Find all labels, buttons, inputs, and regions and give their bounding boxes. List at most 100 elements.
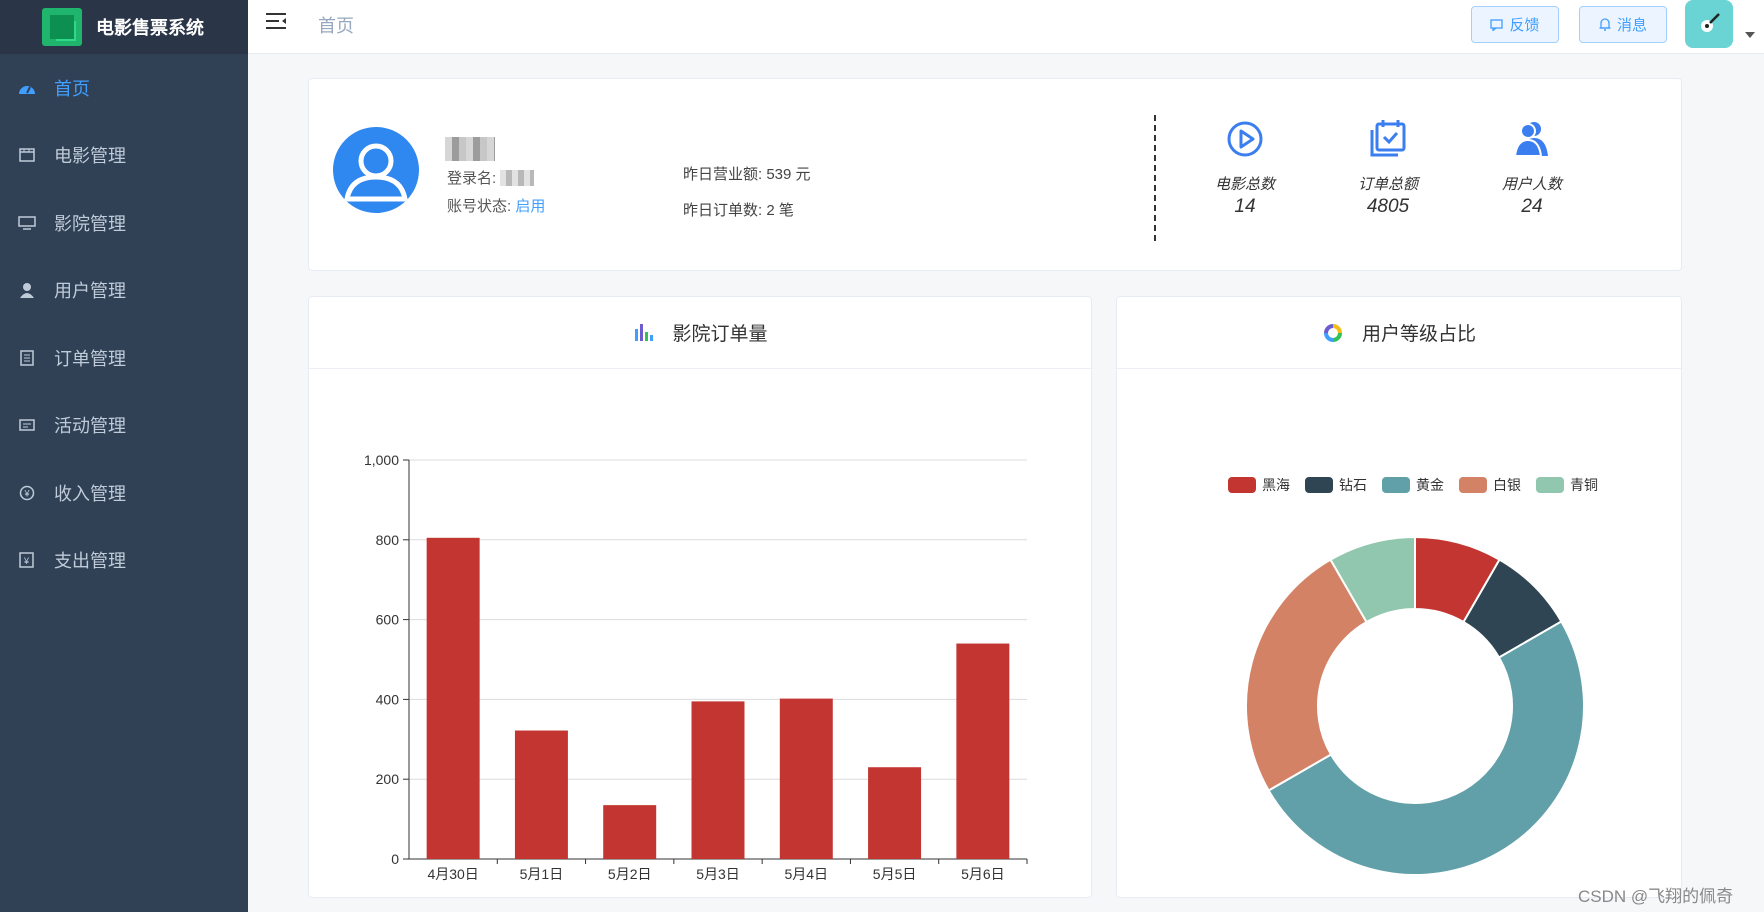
- sidebar-item-label: 订单管理: [54, 348, 126, 369]
- login-name-row: 登录名:: [447, 167, 535, 188]
- legend-label: 黑海: [1262, 477, 1290, 493]
- x-tick-label: 5月4日: [784, 866, 828, 882]
- y-tick-label: 1,000: [364, 452, 399, 468]
- sidebar-item-movies[interactable]: 电影管理: [0, 122, 248, 190]
- comment-icon: [1490, 18, 1504, 31]
- svg-text:¥: ¥: [23, 488, 30, 498]
- stat-order-total: 订单总额 4805: [1333, 115, 1443, 218]
- yesterday-orders: 昨日订单数: 2 笔: [683, 202, 794, 219]
- stat-value: 4805: [1366, 196, 1410, 217]
- legend-swatch: [1305, 477, 1333, 493]
- legend-swatch: [1382, 477, 1410, 493]
- sidebar-item-expense[interactable]: ¥ 支出管理: [0, 527, 248, 595]
- stat-label: 电影总数: [1214, 176, 1275, 193]
- x-tick-label: 4月30日: [427, 866, 478, 882]
- login-label: 登录名:: [447, 170, 497, 187]
- legend-label: 钻石: [1339, 477, 1367, 493]
- panel-title: 影院订单量: [672, 324, 768, 345]
- divider: [1154, 115, 1156, 241]
- x-tick-label: 5月6日: [961, 866, 1005, 882]
- calendar-check-icon: [1333, 115, 1443, 163]
- yesterday-revenue: 昨日营业额: 539 元: [683, 166, 811, 183]
- donut-slice: [1245, 558, 1368, 792]
- panel-header: 用户等级占比: [1117, 297, 1681, 369]
- film-icon: [18, 146, 36, 164]
- legend-swatch: [1459, 477, 1487, 493]
- legend-swatch: [1228, 477, 1256, 493]
- stat-label: 订单总额: [1357, 176, 1418, 193]
- sidebar-item-cinemas[interactable]: 影院管理: [0, 189, 248, 257]
- yen-circle-icon: ¥: [18, 484, 36, 502]
- bell-icon: [1599, 18, 1611, 31]
- y-tick-label: 0: [391, 851, 399, 867]
- y-tick-label: 600: [376, 612, 400, 628]
- y-tick-label: 800: [376, 532, 400, 548]
- x-tick-label: 5月1日: [520, 866, 564, 882]
- profile-card: 登录名: 账号状态: 启用 昨日营业额: 539 元 昨日订单数: 2 笔 电影…: [308, 78, 1682, 271]
- yen-doc-icon: ¥: [18, 551, 36, 569]
- svg-text:¥: ¥: [23, 556, 30, 566]
- y-tick-label: 400: [376, 691, 400, 707]
- stat-label: 用户人数: [1501, 176, 1562, 193]
- sidebar-item-home[interactable]: 首页: [0, 54, 248, 122]
- legend-label: 黄金: [1416, 477, 1444, 493]
- legend-label: 青铜: [1570, 477, 1598, 493]
- watermark: CSDN @飞翔的佩奇: [1578, 887, 1734, 906]
- sidebar-item-label: 活动管理: [54, 416, 126, 437]
- sidebar-item-label: 用户管理: [54, 281, 126, 302]
- guitar-avatar-icon: [1701, 13, 1720, 32]
- bar: [603, 805, 657, 859]
- user-level-panel: 用户等级占比 黑海 钻石 黄金 白银 青铜: [1116, 296, 1682, 898]
- monitor-icon: [18, 214, 36, 232]
- avatar[interactable]: [1685, 0, 1733, 48]
- bar: [956, 643, 1010, 859]
- donut-chart-icon: [1323, 323, 1342, 342]
- donut-chart: 黑海 钻石 黄金 白银 青铜: [1228, 477, 1598, 876]
- logo-icon: [42, 8, 82, 46]
- app-title: 电影售票系统: [96, 18, 204, 38]
- panel-title: 用户等级占比: [1361, 324, 1476, 345]
- status-label: 账号状态:: [447, 198, 512, 215]
- status-value: 启用: [515, 198, 546, 215]
- bar: [691, 701, 745, 859]
- bar: [514, 730, 568, 859]
- account-status-row: 账号状态: 启用: [447, 195, 545, 216]
- ticket-icon: [18, 416, 36, 434]
- order-icon: [18, 349, 36, 367]
- sidebar-item-label: 支出管理: [54, 551, 126, 572]
- bar: [868, 767, 922, 859]
- x-tick-label: 5月2日: [608, 866, 652, 882]
- sidebar-item-label: 首页: [54, 78, 90, 99]
- sidebar-item-income[interactable]: ¥ 收入管理: [0, 459, 248, 527]
- x-tick-label: 5月3日: [696, 866, 740, 882]
- feedback-button[interactable]: 反馈: [1471, 6, 1559, 43]
- login-name-redacted: [500, 169, 535, 186]
- stat-value: 14: [1234, 196, 1256, 217]
- legend-swatch: [1536, 477, 1564, 493]
- feedback-label: 反馈: [1509, 17, 1540, 34]
- stat-movies: 电影总数 14: [1190, 115, 1300, 218]
- sidebar-item-activities[interactable]: 活动管理: [0, 392, 248, 460]
- sidebar-item-users[interactable]: 用户管理: [0, 257, 248, 325]
- play-circle-icon: [1190, 115, 1300, 163]
- top-header: 首页 反馈 消息: [248, 0, 1764, 54]
- cinema-orders-panel: 影院订单量 0 200 400 600 800 1,000 4月30日 5月1日 5月2日 5月3…: [308, 296, 1092, 898]
- panel-header: 影院订单量: [309, 297, 1091, 369]
- sidebar: 电影售票系统 首页 电影管理 影院管理 用户管理 订单管理 活动管理 ¥ 收入管…: [0, 0, 248, 912]
- message-label: 消息: [1616, 17, 1647, 34]
- brand[interactable]: 电影售票系统: [0, 0, 248, 54]
- bar-chart: 0 200 400 600 800 1,000 4月30日 5月1日 5月2日 5月3日 5月4日 5…: [364, 452, 1028, 882]
- chevron-down-icon[interactable]: [1745, 32, 1755, 38]
- sidebar-item-label: 收入管理: [54, 483, 126, 504]
- bar: [779, 698, 833, 859]
- stat-users: 用户人数 24: [1477, 115, 1587, 218]
- user-icon: [18, 281, 36, 299]
- y-tick-label: 200: [376, 771, 400, 787]
- sidebar-item-orders[interactable]: 订单管理: [0, 324, 248, 392]
- user-name-redacted: [445, 137, 495, 161]
- sidebar-menu: 首页 电影管理 影院管理 用户管理 订单管理 活动管理 ¥ 收入管理 ¥ 支出管…: [0, 54, 248, 594]
- legend-label: 白银: [1493, 477, 1521, 493]
- breadcrumb[interactable]: 首页: [318, 12, 354, 38]
- message-button[interactable]: 消息: [1579, 6, 1667, 43]
- menu-toggle-icon[interactable]: [266, 12, 288, 32]
